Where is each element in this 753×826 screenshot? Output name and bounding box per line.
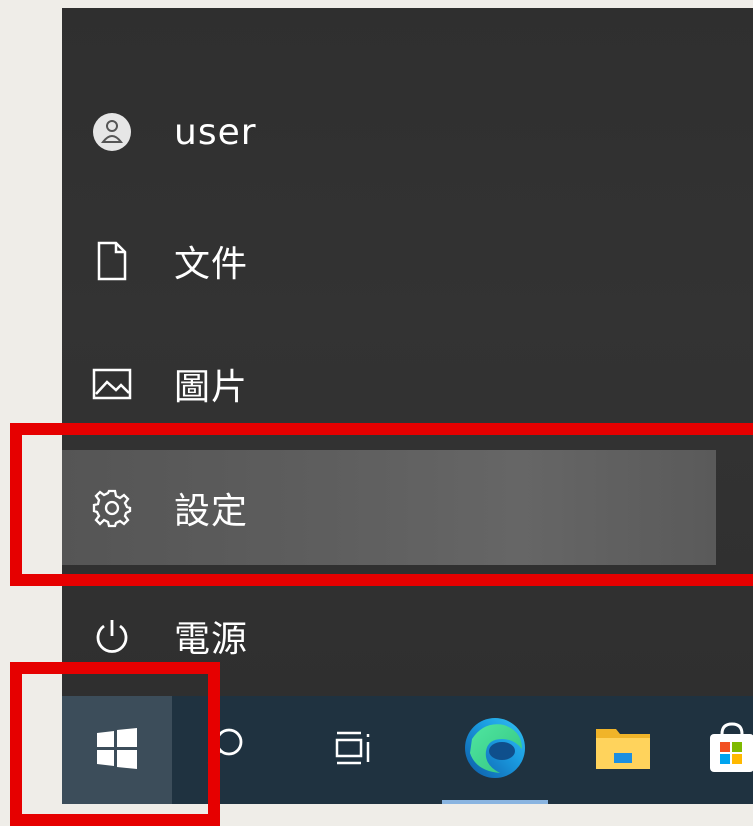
edge-button[interactable]	[442, 696, 548, 804]
task-view-button[interactable]	[312, 696, 398, 804]
power-icon	[90, 614, 134, 658]
picture-icon	[90, 362, 134, 406]
settings-highlight-box	[10, 423, 753, 586]
active-app-indicator	[442, 800, 548, 804]
menu-item-label: 電源	[174, 619, 249, 660]
store-icon	[704, 720, 753, 780]
menu-item-label: user	[174, 111, 257, 153]
edge-icon	[462, 715, 528, 785]
store-button[interactable]	[702, 696, 753, 804]
menu-item-label: 文件	[174, 244, 249, 285]
start-highlight-box	[10, 662, 220, 826]
task-view-icon	[333, 726, 377, 774]
menu-item-label: 圖片	[174, 367, 249, 408]
user-icon	[90, 110, 134, 154]
menu-item-user[interactable]: user	[62, 76, 716, 188]
file-explorer-button[interactable]	[578, 696, 668, 804]
menu-item-documents[interactable]: 文件	[62, 205, 716, 317]
folder-icon	[594, 723, 652, 777]
document-icon	[90, 239, 134, 283]
